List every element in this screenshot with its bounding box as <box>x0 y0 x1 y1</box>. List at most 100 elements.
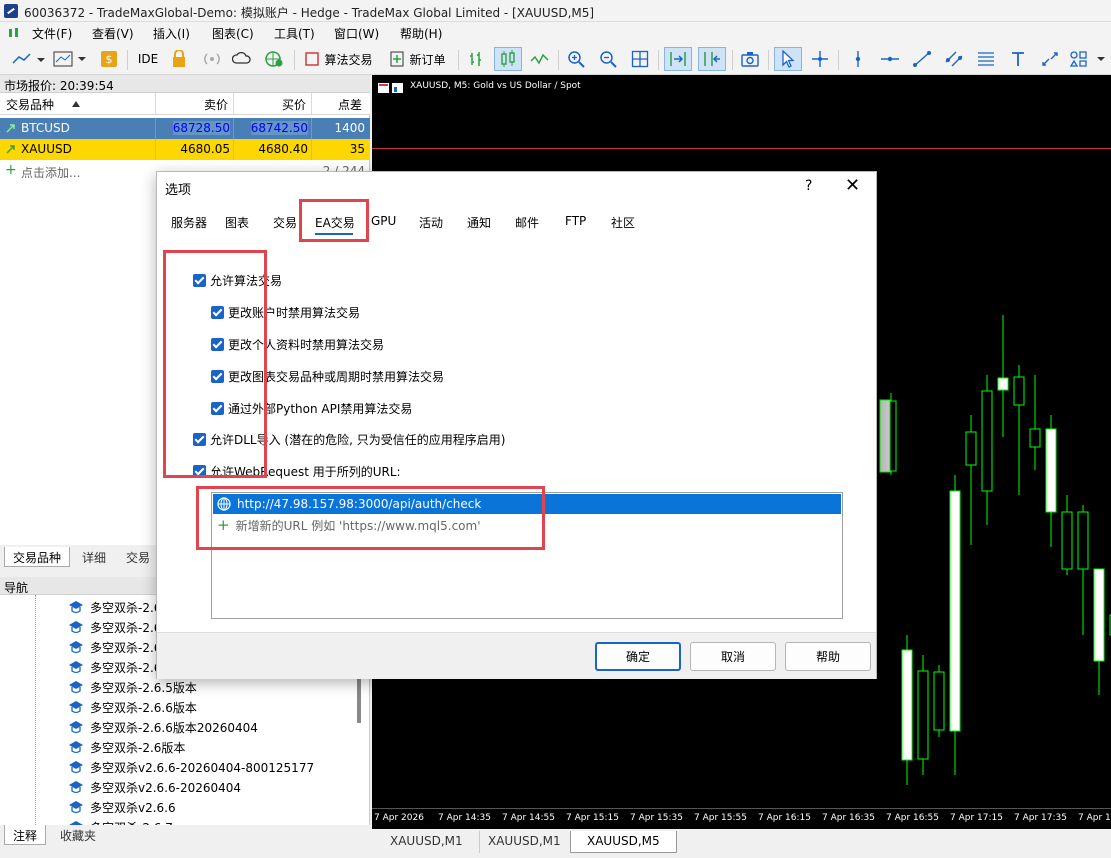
tab-charts[interactable]: 图表 <box>225 214 249 231</box>
list-item[interactable]: 多空双杀-2.6 <box>68 637 161 657</box>
table-row[interactable]: XAUUSD 4680.05 4680.40 35 <box>0 139 370 160</box>
cloud-icon[interactable] <box>230 47 254 71</box>
shapes-dropdown-icon[interactable] <box>1068 47 1108 71</box>
tab-events[interactable]: 活动 <box>419 214 443 231</box>
coin-icon[interactable]: $ <box>98 47 120 71</box>
row-ask: 4680.40 <box>258 142 308 156</box>
navigator-tabs: 注释 收藏夹 <box>0 825 370 858</box>
vertical-line-icon[interactable] <box>846 47 870 71</box>
row-symbol: XAUUSD <box>21 142 72 156</box>
candle-body <box>917 670 929 760</box>
line-chart-button[interactable] <box>10 47 46 71</box>
screenshot-icon[interactable] <box>738 47 762 71</box>
time-axis-label: 7 Apr 16:35 <box>822 813 875 823</box>
time-axis-label: 7 Apr 14:55 <box>502 813 555 823</box>
list-item[interactable]: 多空双杀-2.6版本 <box>68 737 185 757</box>
expert-advisor-icon <box>69 781 83 794</box>
list-item[interactable]: 多空双杀-2.6 <box>68 657 161 677</box>
new-order-button[interactable]: 新订单 <box>386 47 450 71</box>
chart-shift-icon[interactable] <box>698 47 726 71</box>
menu-file[interactable]: 文件(F) <box>32 25 72 42</box>
fibonacci-icon[interactable] <box>974 47 998 71</box>
toolbar: $ IDE 算法交易 新订单 <box>0 44 1111 75</box>
horizontal-line-icon[interactable] <box>878 47 902 71</box>
list-item[interactable]: 多空双杀-2.6.6版本 <box>68 697 197 717</box>
expert-advisor-icon <box>69 721 83 734</box>
candle-body <box>933 671 945 731</box>
column-spread[interactable]: 点差 <box>338 96 362 113</box>
tab-ftp[interactable]: FTP <box>565 214 586 228</box>
ide-button[interactable]: IDE <box>134 47 162 71</box>
tab-favorites[interactable]: 收藏夹 <box>52 825 104 845</box>
list-item[interactable]: 多空双杀v2.6.6-20260404-800125177 <box>68 757 314 777</box>
navigator-scrollbar[interactable] <box>357 677 361 723</box>
tab-gpu[interactable]: GPU <box>371 214 396 228</box>
menu-help[interactable]: 帮助(H) <box>400 25 442 42</box>
expert-advisor-icon <box>69 801 83 814</box>
arrows-icon[interactable] <box>1038 47 1062 71</box>
column-ask[interactable]: 买价 <box>282 96 306 113</box>
list-item[interactable]: 多空双杀-2.6 <box>68 597 161 617</box>
menu-insert[interactable]: 插入(I) <box>153 25 190 42</box>
list-item[interactable]: 多空双杀v2.6.6-20260404 <box>68 777 241 797</box>
tab-details[interactable]: 详细 <box>74 547 114 567</box>
tab-trading[interactable]: 交易 <box>118 547 158 567</box>
cancel-button[interactable]: 取消 <box>690 642 776 671</box>
channel-icon[interactable] <box>942 47 966 71</box>
candle-body <box>981 390 993 492</box>
time-axis-label: 7 Apr 15:55 <box>694 813 747 823</box>
tab-community[interactable]: 社区 <box>611 214 635 231</box>
market-watch-header: 市场报价: 20:39:54 <box>0 75 370 93</box>
row-symbol: BTCUSD <box>21 121 70 135</box>
column-bid[interactable]: 卖价 <box>204 96 228 113</box>
candle-body <box>1093 568 1105 662</box>
tab-chart-1[interactable]: XAUUSD,M1 <box>374 831 480 853</box>
tab-chart-3[interactable]: XAUUSD,M5 <box>570 831 677 853</box>
cursor-icon[interactable] <box>774 47 802 71</box>
ok-button[interactable]: 确定 <box>595 642 681 671</box>
crosshair-icon[interactable] <box>808 47 832 71</box>
tile-windows-icon[interactable] <box>628 47 652 71</box>
title-bar: 60036372 - TradeMaxGlobal-Demo: 模拟账户 - H… <box>0 0 1111 22</box>
signal-icon[interactable] <box>200 47 224 71</box>
tab-notifications[interactable]: 通知 <box>467 214 491 231</box>
column-symbol[interactable]: 交易品种 <box>6 96 54 113</box>
zoom-in-icon[interactable] <box>564 47 588 71</box>
menu-tools[interactable]: 工具(T) <box>274 25 315 42</box>
time-axis: 7 Apr 2026 7 Apr 14:35 7 Apr 14:55 7 Apr 15… <box>372 808 1111 829</box>
tab-symbols[interactable]: 交易品种 <box>4 547 71 567</box>
time-axis-label: 7 Apr 15:35 <box>630 813 683 823</box>
zoom-out-icon[interactable] <box>596 47 620 71</box>
menu-view[interactable]: 查看(V) <box>92 25 134 42</box>
list-item[interactable]: 多空双杀v2.6.6 <box>68 797 176 817</box>
table-row[interactable]: BTCUSD 68728.50 68742.50 1400 <box>0 118 370 139</box>
expert-advisor-icon <box>69 621 83 634</box>
candlestick-icon[interactable] <box>494 47 522 71</box>
tab-trade[interactable]: 交易 <box>273 214 297 231</box>
close-icon[interactable]: ✕ <box>845 175 860 196</box>
help-button[interactable]: 帮助 <box>785 642 871 671</box>
candle-body <box>965 431 977 466</box>
time-axis-label: 7 Apr 17:55 <box>1078 813 1111 823</box>
list-item[interactable]: 多空双杀-2.6 <box>68 617 161 637</box>
lock-icon[interactable] <box>168 47 190 71</box>
auto-scroll-icon[interactable] <box>664 47 692 71</box>
menu-chart[interactable]: 图表(C) <box>212 25 254 42</box>
algo-trading-button[interactable]: 算法交易 <box>302 47 376 71</box>
tab-comments[interactable]: 注释 <box>4 825 47 845</box>
list-item[interactable]: 多空双杀-2.6.6版本20260404 <box>68 717 258 737</box>
menu-window[interactable]: 窗口(W) <box>334 25 379 42</box>
trendline-icon[interactable] <box>910 47 934 71</box>
tab-email[interactable]: 邮件 <box>515 214 539 231</box>
tab-server[interactable]: 服务器 <box>171 214 207 231</box>
globe-add-icon[interactable] <box>262 47 286 71</box>
annotation-box <box>163 250 267 478</box>
bar-chart-icon[interactable] <box>464 47 488 71</box>
text-tool-icon[interactable] <box>1006 47 1030 71</box>
chart-menu-icon[interactable] <box>8 27 20 39</box>
chart-templates-button[interactable] <box>52 47 90 71</box>
list-item[interactable]: 多空双杀-2.6.5版本 <box>68 677 197 697</box>
tab-chart-2[interactable]: XAUUSD,M1 <box>472 831 578 853</box>
line-icon[interactable] <box>528 47 552 71</box>
help-icon[interactable]: ? <box>805 178 812 194</box>
